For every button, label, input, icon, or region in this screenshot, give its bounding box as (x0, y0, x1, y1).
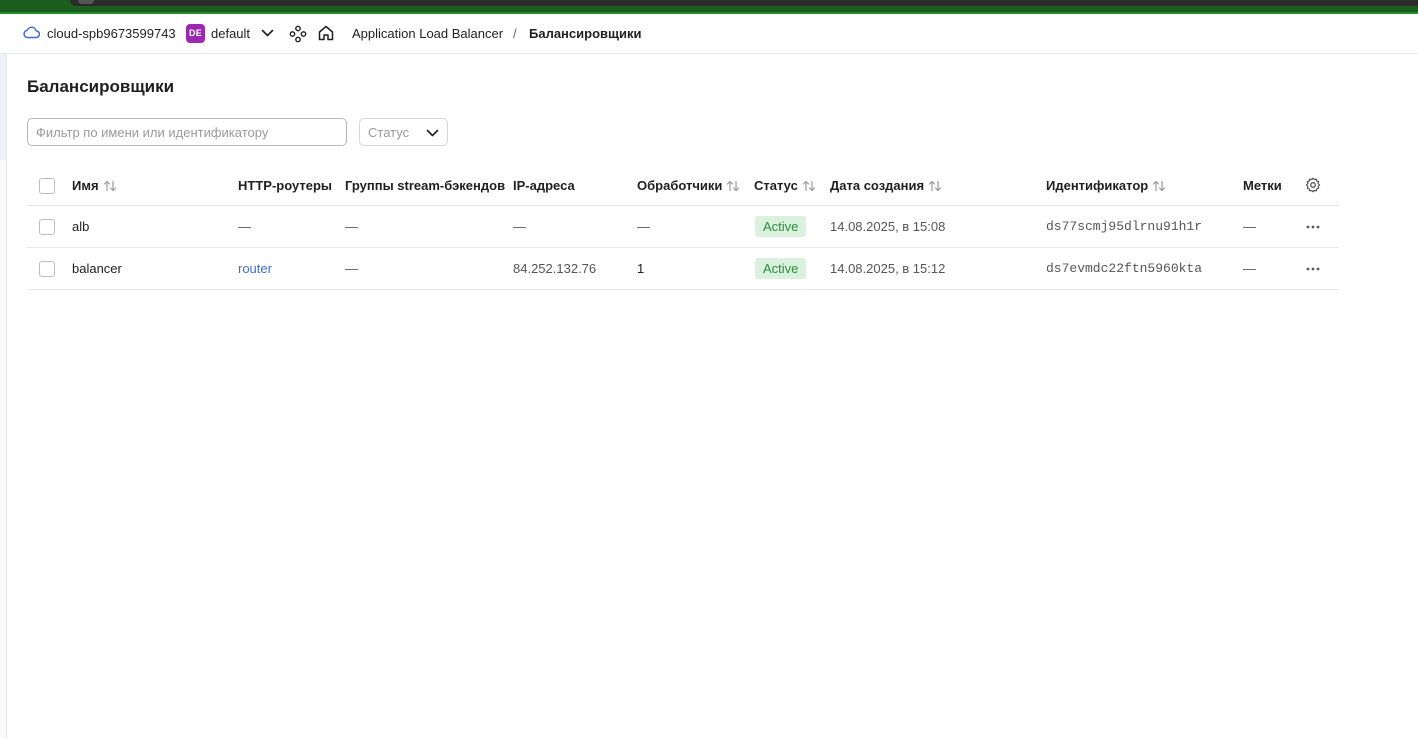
column-header-name[interactable]: Имя (72, 178, 117, 193)
cell-stream-groups: — (345, 219, 358, 234)
column-label: Метки (1243, 178, 1282, 193)
cell-created: 14.08.2025, в 15:08 (830, 219, 946, 234)
column-header-stream-groups: Группы stream-бэкендов (345, 178, 505, 193)
chevron-down-icon[interactable] (261, 28, 274, 38)
column-label: Группы stream-бэкендов (345, 178, 506, 193)
cell-name[interactable]: alb (72, 219, 89, 234)
breadcrumb-service[interactable]: Application Load Balancer (352, 26, 503, 41)
services-icon[interactable] (289, 25, 307, 43)
column-label: Статус (754, 178, 798, 193)
cloud-name[interactable]: cloud-spb9673599743 (47, 26, 176, 41)
column-header-http-routers: HTTP-роутеры (238, 178, 332, 193)
more-icon[interactable] (1305, 262, 1321, 276)
cell-created: 14.08.2025, в 15:12 (830, 261, 946, 276)
status-filter-label: Статус (368, 125, 410, 140)
column-header-id[interactable]: Идентификатор (1046, 178, 1166, 193)
cell-labels: — (1243, 219, 1256, 234)
cell-stream-groups: — (345, 261, 358, 276)
column-header-labels: Метки (1243, 178, 1282, 193)
cell-id: ds7evmdc22ftn5960kta (1046, 261, 1203, 276)
console-header: cloud-spb9673599743 DE default Applicati… (0, 14, 1418, 54)
browser-tabbar (70, 0, 1418, 6)
home-icon[interactable] (317, 24, 335, 42)
row-checkbox[interactable] (39, 261, 55, 277)
column-header-created[interactable]: Дата создания (830, 178, 942, 193)
left-rail-highlight (0, 54, 6, 160)
cell-id: ds77scmj95dlrnu91h1r (1046, 219, 1203, 234)
select-all-checkbox[interactable] (39, 178, 55, 194)
page-title: Балансировщики (27, 77, 175, 96)
breadcrumb-current: Балансировщики (529, 26, 642, 41)
cell-http-routers-link[interactable]: router (238, 261, 272, 276)
browser-tab-edge (78, 0, 94, 4)
column-label: IP-адреса (513, 178, 575, 193)
cell-listeners: — (637, 219, 650, 234)
cell-listeners: 1 (637, 261, 645, 276)
left-rail (0, 54, 7, 739)
column-label: Идентификатор (1046, 178, 1149, 193)
status-filter-select[interactable]: Статус (359, 118, 448, 146)
column-label: Имя (72, 178, 99, 193)
cell-http-routers: — (238, 219, 251, 234)
cell-ip: 84.252.132.76 (513, 261, 597, 276)
status-badge: Active (755, 258, 807, 279)
folder-avatar: DE (186, 24, 205, 43)
status-badge: Active (755, 216, 807, 237)
more-icon[interactable] (1305, 220, 1321, 234)
column-label: Обработчики (637, 178, 723, 193)
search-input[interactable] (27, 118, 347, 146)
table-row[interactable]: balancer router — 84.252.132.76 1 Active… (27, 248, 1339, 290)
chevron-down-icon (426, 129, 439, 137)
table-header: Имя HTTP-роутеры Группы stream-бэкендов … (27, 166, 1339, 206)
sort-icon[interactable] (928, 180, 942, 192)
column-header-listeners[interactable]: Обработчики (637, 178, 740, 193)
sort-icon[interactable] (802, 180, 816, 192)
cell-ip: — (513, 219, 526, 234)
cell-name[interactable]: balancer (72, 261, 122, 276)
sort-icon[interactable] (103, 180, 117, 192)
column-header-status[interactable]: Статус (754, 178, 816, 193)
breadcrumb-separator: / (513, 26, 517, 41)
folder-name[interactable]: default (211, 26, 250, 41)
sort-icon[interactable] (726, 180, 740, 192)
column-header-ip: IP-адреса (513, 178, 575, 193)
browser-top-strip (0, 0, 1418, 14)
row-checkbox[interactable] (39, 219, 55, 235)
column-label: Дата создания (830, 178, 925, 193)
table-row[interactable]: alb — — — — Active 14.08.2025, в 15:08 d… (27, 206, 1339, 248)
cell-labels: — (1243, 261, 1256, 276)
sort-icon[interactable] (1152, 180, 1166, 192)
cloud-icon (23, 26, 40, 39)
column-label: HTTP-роутеры (238, 178, 333, 193)
gear-icon[interactable] (1305, 177, 1321, 193)
